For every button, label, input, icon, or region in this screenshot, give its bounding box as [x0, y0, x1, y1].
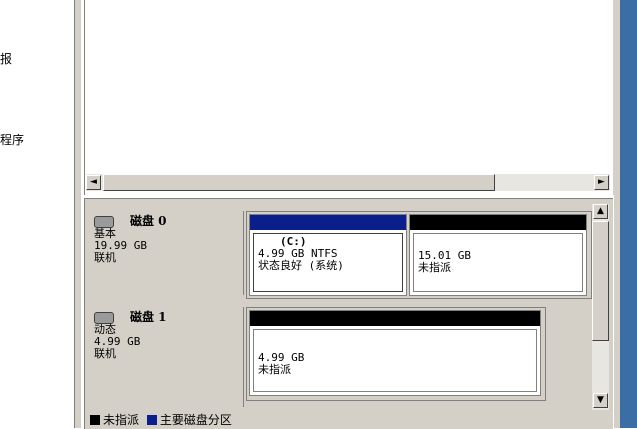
vertical-scroll-thumb[interactable] [592, 221, 609, 341]
disk-0-partitions: (C:) 4.99 GB NTFS 状态良好 (系统) 15.01 GB 未指派 [246, 211, 592, 299]
disk-1-name: 磁盘 1 [130, 310, 167, 324]
horizontal-scroll-thumb[interactable] [103, 174, 495, 191]
unallocated-bar [250, 311, 540, 326]
unallocated-space-disk1[interactable]: 4.99 GB 未指派 [249, 310, 541, 396]
scroll-down-button[interactable]: ▼ [593, 393, 608, 408]
unallocated-space-disk0[interactable]: 15.01 GB 未指派 [409, 214, 587, 296]
disk-1-size: 4.99 GB [94, 335, 141, 348]
tree-item-fragment-1[interactable]: 报 [0, 50, 12, 67]
scroll-right-button[interactable]: ► [594, 175, 609, 190]
disk-0-status: 联机 [94, 251, 116, 264]
partition-c[interactable]: (C:) 4.99 GB NTFS 状态良好 (系统) [249, 214, 407, 296]
primary-partition-bar [250, 215, 406, 230]
disk-0-size: 19.99 GB [94, 239, 147, 252]
unallocated-disk1-label: 未指派 [258, 363, 291, 376]
volume-list-pane [84, 0, 614, 195]
legend-primary: 主要磁盘分区 [159, 413, 232, 427]
desktop-background [620, 0, 637, 428]
disk-1-partitions: 4.99 GB 未指派 [246, 307, 546, 401]
unallocated-swatch [90, 415, 100, 425]
pane-splitter[interactable] [74, 0, 81, 428]
partition-c-status: 状态良好 (系统) [258, 259, 344, 272]
legend-unallocated: 未指派 [103, 413, 140, 427]
horizontal-scrollbar[interactable]: ◄ ► [86, 174, 610, 191]
unallocated-bar [410, 215, 586, 230]
scroll-up-button[interactable]: ▲ [593, 204, 608, 219]
primary-swatch [146, 415, 157, 425]
scroll-left-button[interactable]: ◄ [86, 175, 101, 190]
legend: 未指派 主要磁盘分区 [86, 413, 592, 428]
disk-1-label[interactable]: 磁盘 1 动态 4.99 GB 联机 [89, 307, 244, 407]
disk-0-label[interactable]: 磁盘 0 基本 19.99 GB 联机 [89, 211, 244, 295]
unallocated-disk1-size: 4.99 GB [258, 351, 305, 364]
unallocated-disk0-label: 未指派 [418, 261, 451, 274]
disk-0-name: 磁盘 0 [130, 214, 167, 228]
vertical-scrollbar[interactable]: ▲ ▼ [592, 204, 609, 410]
disk-1-status: 联机 [94, 347, 116, 360]
tree-item-fragment-2[interactable]: 程序 [0, 131, 24, 148]
